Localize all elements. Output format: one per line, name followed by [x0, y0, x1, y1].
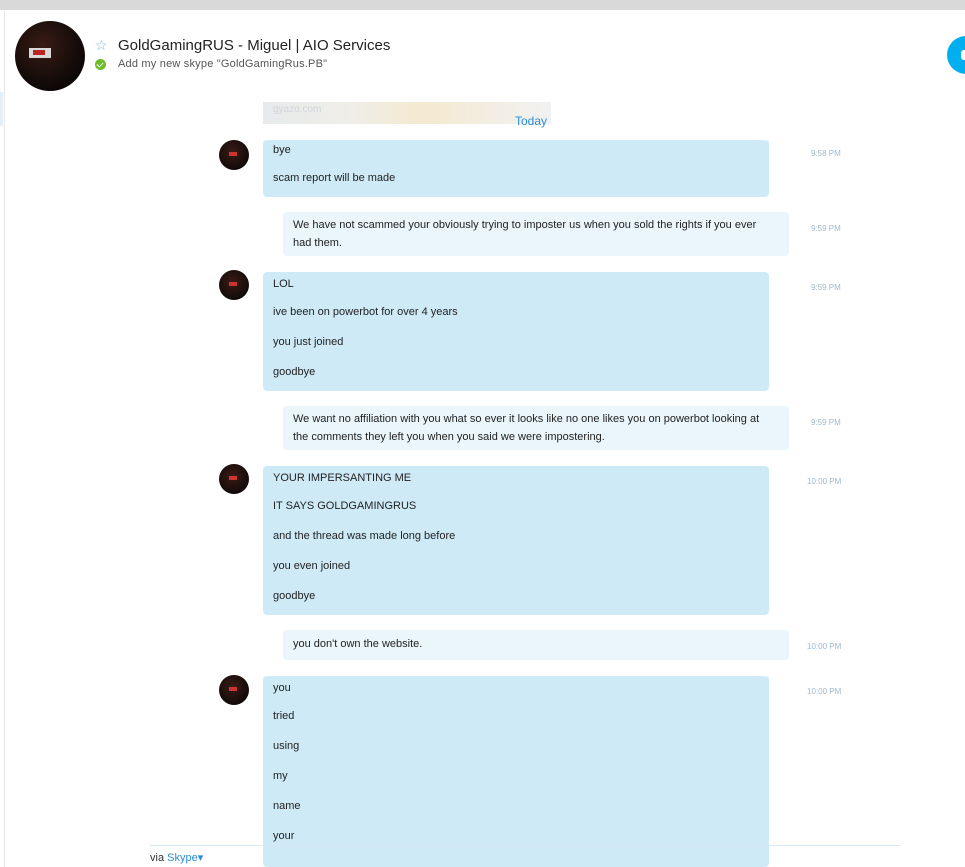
mood-message: Add my new skype "GoldGamingRus.PB" [118, 58, 328, 70]
sidebar-edge [0, 92, 3, 126]
message-timestamp: 10:00 PM [807, 477, 842, 486]
outgoing-message: We have not scammed your obviously tryin… [283, 212, 789, 256]
message-history[interactable]: gyazo.com Today bye scam report will be … [5, 102, 965, 867]
message-line: goodbye [273, 366, 316, 378]
message-timestamp: 9:59 PM [811, 283, 841, 292]
message-line: scam report will be made [273, 172, 396, 184]
message-timestamp: 9:59 PM [811, 224, 841, 233]
outgoing-message: We want no affiliation with you what so … [283, 406, 789, 450]
message-text: We want no affiliation with you what so … [293, 413, 760, 443]
sender-avatar[interactable] [219, 464, 249, 494]
call-icon[interactable] [947, 36, 965, 74]
message-timestamp: 10:00 PM [807, 687, 842, 696]
skype-conversation-window: ☆ GoldGamingRUS - Miguel | AIO Services … [4, 10, 965, 867]
incoming-message: bye scam report will be made [263, 140, 769, 197]
message-timestamp: 9:59 PM [811, 418, 841, 427]
sender-avatar[interactable] [219, 675, 249, 705]
message-text: you don't own the website. [293, 638, 423, 650]
contact-avatar[interactable] [15, 21, 85, 91]
message-line: name [273, 800, 301, 812]
online-check-icon [95, 59, 106, 70]
message-line: goodbye [273, 590, 316, 602]
star-icon[interactable]: ☆ [95, 38, 109, 52]
date-divider: Today [5, 102, 965, 140]
incoming-message: YOUR IMPERSANTING ME IT SAYS GOLDGAMINGR… [263, 466, 769, 615]
compose-divider [150, 845, 900, 846]
sender-avatar[interactable] [219, 140, 249, 170]
incoming-message: you tried using my name your [263, 676, 769, 867]
message-line: LOL [273, 278, 294, 290]
message-line: using [273, 740, 300, 752]
via-service-link[interactable]: Skype [167, 852, 198, 864]
send-via-selector[interactable]: via Skype▾ [150, 851, 203, 864]
message-line: YOUR IMPERSANTING ME [273, 472, 412, 484]
outgoing-message: you don't own the website. [283, 630, 789, 660]
message-line: and the thread was made long before [273, 530, 456, 542]
conversation-header: ☆ GoldGamingRUS - Miguel | AIO Services … [5, 10, 965, 103]
date-divider-label: Today [515, 114, 548, 128]
incoming-message: LOL ive been on powerbot for over 4 year… [263, 272, 769, 391]
chevron-down-icon[interactable]: ▾ [198, 852, 204, 864]
message-line: tried [273, 710, 295, 722]
message-line: you even joined [273, 560, 351, 572]
message-line: IT SAYS GOLDGAMINGRUS [273, 500, 417, 512]
avatar-shirt-logo-accent [33, 50, 45, 55]
message-timestamp: 9:58 PM [811, 149, 841, 158]
sender-avatar[interactable] [219, 270, 249, 300]
message-text: We have not scammed your obviously tryin… [293, 219, 757, 249]
message-line: your [273, 830, 295, 842]
message-timestamp: 10:00 PM [807, 642, 842, 651]
message-line: you just joined [273, 336, 344, 348]
contact-name[interactable]: GoldGamingRUS - Miguel | AIO Services [118, 37, 390, 54]
message-line: my [273, 770, 288, 782]
via-prefix: via [150, 852, 165, 864]
message-line: you [273, 682, 291, 694]
window-title-strip [0, 0, 965, 10]
message-line: ive been on powerbot for over 4 years [273, 306, 458, 318]
message-line: bye [273, 144, 291, 156]
